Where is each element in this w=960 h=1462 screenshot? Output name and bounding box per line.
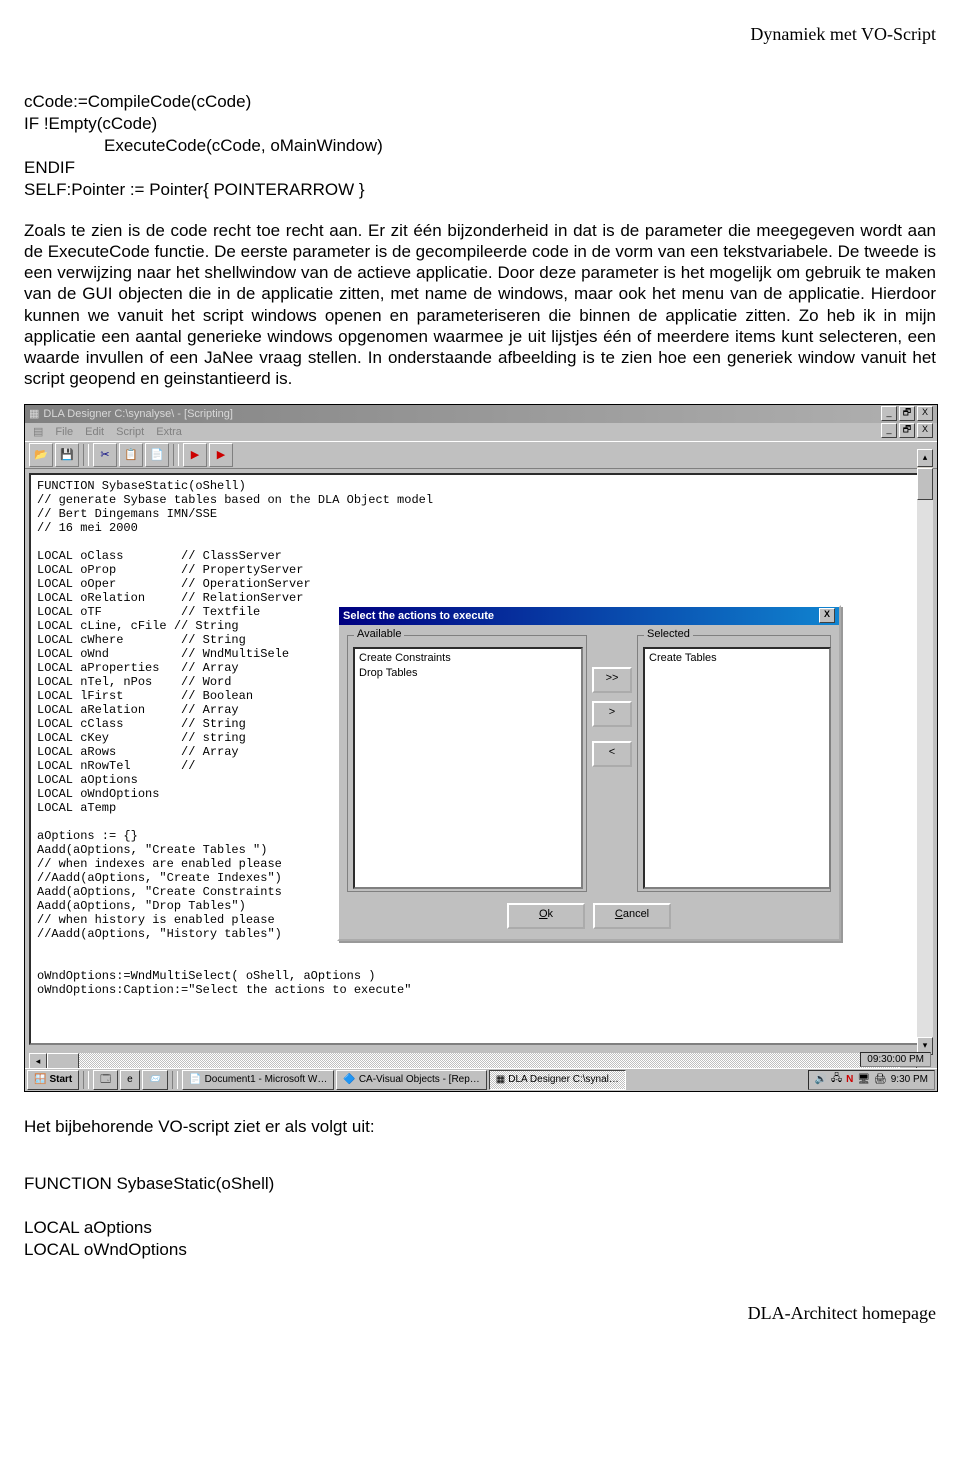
doc-icon: ▤ — [33, 425, 43, 438]
paragraph-1: Zoals te zien is de code recht toe recht… — [24, 220, 936, 390]
maximize-button[interactable]: 🗗 — [899, 406, 915, 421]
toolbar-run2-icon[interactable]: ▶ — [209, 443, 233, 467]
menu-edit[interactable]: Edit — [85, 426, 104, 438]
menu-extra[interactable]: Extra — [156, 426, 182, 438]
taskbar: 🪟Start 🗔 e 📨 📄Document1 - Microsoft W… 🔷… — [25, 1068, 937, 1091]
scroll-left-icon[interactable]: ◂ — [29, 1053, 47, 1069]
dialog-close-button[interactable]: X — [819, 608, 835, 623]
code-line: SELF:Pointer := Pointer{ POINTERARROW } — [24, 180, 365, 199]
windows-icon: 🪟 — [34, 1072, 46, 1088]
code-line: IF !Empty(cCode) — [24, 114, 157, 133]
tray-icon[interactable]: N — [846, 1074, 853, 1085]
system-tray: 🔊 🖧 N 🖥 🖨 9:30 PM — [808, 1070, 936, 1090]
toolbar-open-icon[interactable]: 📂 — [29, 443, 53, 467]
list-item[interactable]: Drop Tables — [359, 666, 577, 681]
status-time: 09:30:00 PM — [860, 1052, 931, 1067]
vertical-scrollbar[interactable]: ▴ ▾ — [917, 449, 933, 1055]
tray-icon[interactable]: 🖧 — [831, 1071, 842, 1088]
code-snippet-1: cCode:=CompileCode(cCode) IF !Empty(cCod… — [24, 69, 936, 202]
mdi-minimize-button[interactable]: _ — [881, 423, 897, 438]
scroll-up-icon[interactable]: ▴ — [917, 449, 933, 467]
code-line: LOCAL aOptions — [24, 1218, 152, 1237]
toolbar-run-icon[interactable]: ▶ — [183, 443, 207, 467]
page-header-right: Dynamiek met VO-Script — [24, 24, 936, 69]
toolbar: 📂 💾 ✂ 📋 📄 ▶ ▶ — [25, 441, 937, 469]
tray-icon[interactable]: 🖨 — [874, 1074, 887, 1085]
move-all-right-button[interactable]: >> — [592, 667, 632, 693]
quick-launch-ie-icon[interactable]: e — [120, 1070, 140, 1090]
scroll-thumb[interactable] — [917, 468, 933, 500]
move-right-button[interactable]: > — [592, 701, 632, 727]
dialog-title: Select the actions to execute — [343, 610, 494, 622]
start-button[interactable]: 🪟Start — [27, 1070, 79, 1090]
available-label: Available — [354, 628, 404, 640]
dialog-titlebar: Select the actions to execute X — [339, 607, 839, 625]
available-listbox[interactable]: Create Constraints Drop Tables — [353, 647, 583, 889]
horizontal-scrollbar[interactable]: ◂ ▸ — [29, 1053, 917, 1069]
quick-launch-outlook-icon[interactable]: 📨 — [142, 1070, 168, 1090]
menu-script[interactable]: Script — [116, 426, 144, 438]
toolbar-save-icon[interactable]: 💾 — [55, 443, 79, 467]
mdi-restore-button[interactable]: 🗗 — [899, 423, 915, 438]
menu-file[interactable]: File — [55, 426, 73, 438]
code-snippet-2: FUNCTION SybaseStatic(oShell) LOCAL aOpt… — [24, 1151, 936, 1261]
cancel-button[interactable]: Cancel — [593, 903, 671, 929]
tray-icon[interactable]: 🖥 — [857, 1074, 870, 1085]
minimize-button[interactable]: _ — [881, 406, 897, 421]
select-actions-dialog: Select the actions to execute X Availabl… — [337, 605, 841, 941]
page-footer: DLA-Architect homepage — [24, 1279, 936, 1324]
list-item[interactable]: Create Tables — [649, 651, 825, 666]
menubar: ▤ File Edit Script Extra — [25, 423, 937, 441]
ok-button[interactable]: Ok — [507, 903, 585, 929]
paragraph-2: Het bijbehorende VO-script ziet er als v… — [24, 1116, 936, 1137]
list-item[interactable]: Create Constraints — [359, 651, 577, 666]
selected-listbox[interactable]: Create Tables — [643, 647, 831, 889]
toolbar-copy-icon[interactable]: 📋 — [119, 443, 143, 467]
scroll-thumb-h[interactable] — [47, 1053, 79, 1069]
code-line: ENDIF — [24, 158, 75, 177]
mdi-close-button[interactable]: X — [917, 423, 933, 438]
tray-icon[interactable]: 🔊 — [815, 1074, 827, 1085]
code-line: ExecuteCode(cCode, oMainWindow) — [24, 136, 383, 155]
move-left-button[interactable]: < — [592, 741, 632, 767]
task-dla[interactable]: ▦DLA Designer C:\synal… — [489, 1070, 626, 1090]
code-line: FUNCTION SybaseStatic(oShell) — [24, 1174, 274, 1193]
close-button[interactable]: X — [917, 406, 933, 421]
tray-time: 9:30 PM — [891, 1074, 928, 1085]
selected-label: Selected — [644, 628, 693, 640]
app-screenshot: ▦ DLA Designer C:\synalyse\ - [Scripting… — [24, 404, 938, 1092]
app-icon: ▦ — [29, 407, 39, 420]
task-cavo[interactable]: 🔷CA-Visual Objects - [Rep… — [336, 1070, 486, 1090]
window-title: DLA Designer C:\synalyse\ - [Scripting] — [43, 408, 233, 420]
task-word[interactable]: 📄Document1 - Microsoft W… — [182, 1070, 334, 1090]
window-titlebar: ▦ DLA Designer C:\synalyse\ - [Scripting… — [25, 405, 937, 423]
toolbar-paste-icon[interactable]: 📄 — [145, 443, 169, 467]
quick-launch-icon[interactable]: 🗔 — [93, 1070, 118, 1090]
code-line: LOCAL oWndOptions — [24, 1240, 187, 1259]
toolbar-cut-icon[interactable]: ✂ — [93, 443, 117, 467]
code-line: cCode:=CompileCode(cCode) — [24, 92, 251, 111]
